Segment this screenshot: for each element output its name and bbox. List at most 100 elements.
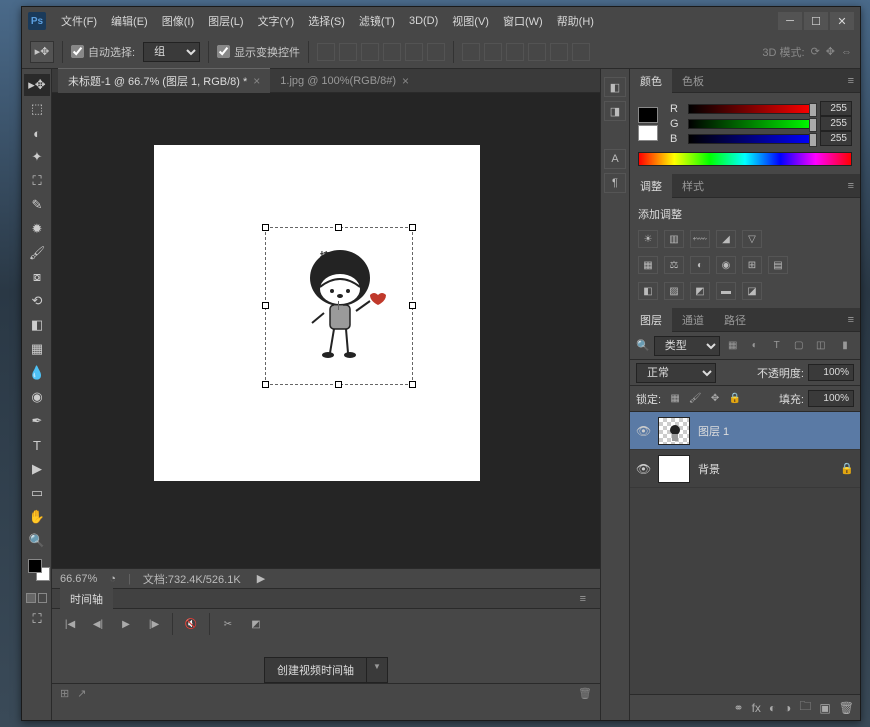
doc-tab-2[interactable]: 1.jpg @ 100%(RGB/8#) × bbox=[270, 70, 419, 92]
layer-name[interactable]: 图层 1 bbox=[698, 423, 729, 439]
b-value[interactable] bbox=[820, 131, 852, 146]
hand-tool[interactable]: ✋ bbox=[24, 506, 50, 528]
new-group-icon[interactable]: 🗀 bbox=[799, 697, 811, 718]
delete-layer-icon[interactable]: 🗑 bbox=[839, 701, 854, 715]
audio-mute-button[interactable]: 🔇 bbox=[181, 615, 201, 633]
convert-frames-icon[interactable]: ⊞ bbox=[60, 687, 69, 700]
canvas-area[interactable]: 接着~ bbox=[52, 93, 600, 568]
channel-mixer-icon[interactable]: ⊞ bbox=[742, 256, 762, 274]
layer-thumbnail[interactable] bbox=[658, 417, 690, 445]
paths-tab[interactable]: 路径 bbox=[714, 308, 756, 332]
zoom-tool[interactable]: 🔍 bbox=[24, 530, 50, 552]
blur-tool[interactable]: 💧 bbox=[24, 362, 50, 384]
menu-filter[interactable]: 滤镜(T) bbox=[352, 9, 402, 33]
paragraph-panel-icon[interactable]: ¶ bbox=[604, 173, 626, 193]
posterize-icon[interactable]: ▨ bbox=[664, 282, 684, 300]
opacity-input[interactable] bbox=[808, 364, 854, 381]
selective-color-icon[interactable]: ◪ bbox=[742, 282, 762, 300]
close-icon[interactable]: × bbox=[402, 74, 409, 88]
transform-bounding-box[interactable] bbox=[265, 227, 413, 385]
blend-mode-select[interactable]: 正常 bbox=[636, 363, 716, 383]
gradient-map-icon[interactable]: ▬ bbox=[716, 282, 736, 300]
menu-3d[interactable]: 3D(D) bbox=[402, 11, 445, 31]
zoom-level[interactable]: 66.67% bbox=[60, 573, 97, 585]
photo-filter-icon[interactable]: ◉ bbox=[716, 256, 736, 274]
auto-select-checkbox[interactable]: 自动选择: bbox=[71, 44, 135, 60]
brush-tool[interactable]: 🖌 bbox=[24, 242, 50, 264]
lock-pixels-icon[interactable]: 🖌 bbox=[687, 392, 703, 406]
healing-brush-tool[interactable]: ✹ bbox=[24, 218, 50, 240]
invert-icon[interactable]: ◧ bbox=[638, 282, 658, 300]
color-swatches[interactable] bbox=[24, 559, 49, 589]
move-tool-preset-icon[interactable]: ▸✥ bbox=[30, 41, 54, 63]
transition-icon[interactable]: ◩ bbox=[246, 615, 266, 633]
b-slider[interactable] bbox=[688, 134, 814, 144]
play-button[interactable]: ▶ bbox=[116, 615, 136, 633]
curves-icon[interactable]: ⬳ bbox=[690, 230, 710, 248]
filter-adjust-icon[interactable]: ◐ bbox=[746, 338, 764, 354]
r-slider[interactable] bbox=[688, 104, 814, 114]
layer-fx-icon[interactable]: fx bbox=[752, 701, 761, 715]
transform-handle[interactable] bbox=[409, 302, 416, 309]
menu-file[interactable]: 文件(F) bbox=[54, 9, 104, 33]
link-layers-icon[interactable]: ⚭ bbox=[734, 701, 744, 715]
layer-item[interactable]: 👁 图层 1 bbox=[630, 412, 860, 450]
layer-item[interactable]: 👁 背景 🔒 bbox=[630, 450, 860, 488]
maximize-button[interactable]: ☐ bbox=[804, 12, 828, 30]
type-tool[interactable]: T bbox=[24, 434, 50, 456]
adjustment-layer-icon[interactable]: ◑ bbox=[784, 701, 791, 715]
g-value[interactable] bbox=[820, 116, 852, 131]
history-panel-icon[interactable]: ◧ bbox=[604, 77, 626, 97]
transform-handle[interactable] bbox=[409, 224, 416, 231]
r-value[interactable] bbox=[820, 101, 852, 116]
pan-3d-icon[interactable]: ✥ bbox=[826, 45, 835, 58]
render-icon[interactable]: ↗ bbox=[77, 687, 86, 700]
filter-shape-icon[interactable]: ▢ bbox=[790, 338, 808, 354]
levels-icon[interactable]: ▥ bbox=[664, 230, 684, 248]
clone-stamp-tool[interactable]: ⧇ bbox=[24, 266, 50, 288]
g-slider[interactable] bbox=[688, 119, 814, 129]
lock-position-icon[interactable]: ✥ bbox=[707, 392, 723, 406]
panel-menu-icon[interactable]: ≡ bbox=[574, 593, 592, 605]
color-spectrum[interactable] bbox=[638, 152, 852, 166]
panel-menu-icon[interactable]: ≡ bbox=[842, 180, 860, 192]
layers-tab[interactable]: 图层 bbox=[630, 308, 672, 332]
menu-layer[interactable]: 图层(L) bbox=[201, 9, 250, 33]
menu-help[interactable]: 帮助(H) bbox=[550, 9, 601, 33]
fill-input[interactable] bbox=[808, 390, 854, 407]
panel-menu-icon[interactable]: ≡ bbox=[842, 314, 860, 326]
minimize-button[interactable]: ─ bbox=[778, 12, 802, 30]
character-panel-icon[interactable]: A bbox=[604, 149, 626, 169]
actions-panel-icon[interactable]: ◨ bbox=[604, 101, 626, 121]
auto-select-dropdown[interactable]: 组 bbox=[143, 42, 200, 62]
adjustments-tab[interactable]: 调整 bbox=[630, 174, 672, 198]
orbit-3d-icon[interactable]: ⟳ bbox=[811, 45, 820, 58]
menu-view[interactable]: 视图(V) bbox=[445, 9, 496, 33]
slide-3d-icon[interactable]: ⇔ bbox=[841, 46, 852, 58]
menu-select[interactable]: 选择(S) bbox=[301, 9, 352, 33]
filter-type-icon[interactable]: T bbox=[768, 338, 786, 354]
trash-icon[interactable]: 🗑 bbox=[578, 687, 592, 700]
transform-handle[interactable] bbox=[262, 224, 269, 231]
background-swatch[interactable] bbox=[638, 125, 658, 141]
filter-pixel-icon[interactable]: ▦ bbox=[724, 338, 742, 354]
menu-edit[interactable]: 编辑(E) bbox=[104, 9, 155, 33]
transform-handle[interactable] bbox=[262, 302, 269, 309]
transform-handle[interactable] bbox=[335, 381, 342, 388]
exposure-icon[interactable]: ◢ bbox=[716, 230, 736, 248]
layer-name[interactable]: 背景 bbox=[698, 461, 720, 477]
close-button[interactable]: ✕ bbox=[830, 12, 854, 30]
chevron-right-icon[interactable]: ▶ bbox=[257, 572, 265, 585]
new-layer-icon[interactable]: ▣ bbox=[819, 701, 830, 715]
transform-reference-point[interactable] bbox=[334, 301, 343, 310]
show-transform-checkbox[interactable]: 显示变换控件 bbox=[217, 44, 300, 60]
panel-menu-icon[interactable]: ≡ bbox=[842, 75, 860, 87]
filter-toggle[interactable]: ▮ bbox=[836, 338, 854, 354]
menu-window[interactable]: 窗口(W) bbox=[496, 9, 550, 33]
foreground-swatch[interactable] bbox=[638, 107, 658, 123]
filter-smart-icon[interactable]: ◫ bbox=[812, 338, 830, 354]
prev-frame-button[interactable]: ◀| bbox=[88, 615, 108, 633]
shape-tool[interactable]: ▭ bbox=[24, 482, 50, 504]
eraser-tool[interactable]: ◧ bbox=[24, 314, 50, 336]
color-balance-icon[interactable]: ⚖ bbox=[664, 256, 684, 274]
